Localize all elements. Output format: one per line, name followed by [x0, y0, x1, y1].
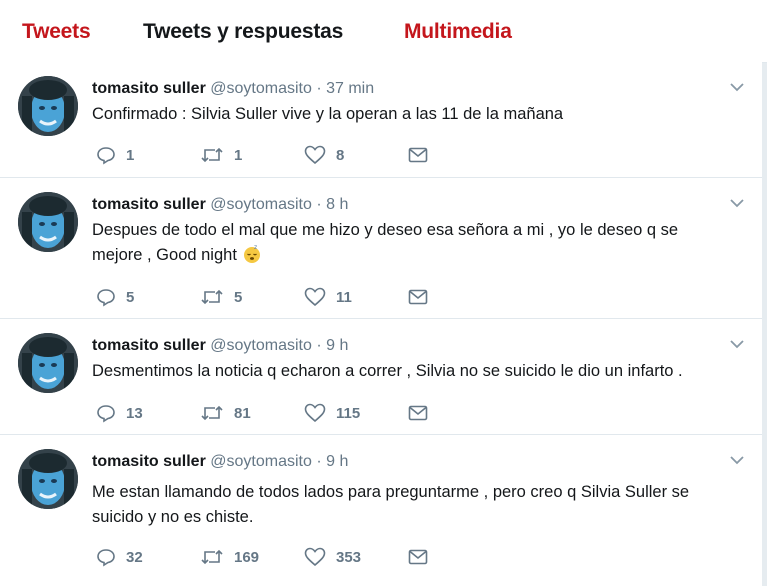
reply-count: 1	[126, 146, 135, 164]
tweet-header: tomasito suller @soytomasito · 9 h	[92, 337, 348, 355]
tweet-4[interactable]: tomasito suller @soytomasito · 9 h Me es…	[0, 435, 762, 586]
tweet-text: Me estan llamando de todos lados para pr…	[92, 480, 732, 530]
reply-count: 13	[126, 404, 143, 422]
retweet-button[interactable]: 81	[200, 402, 251, 424]
tweet-text-line-2: suicido y no es chiste.	[92, 508, 254, 526]
tweet-text: Confirmado : Silvia Suller vive y la ope…	[92, 105, 564, 123]
envelope-icon	[408, 289, 428, 305]
tweet-3[interactable]: tomasito suller @soytomasito · 9 h Desme…	[0, 319, 762, 435]
tweet-text: Despues de todo el mal que me hizo y des…	[92, 218, 732, 268]
like-count: 11	[336, 288, 352, 306]
tweet-2[interactable]: tomasito suller @soytomasito · 8 h Despu…	[0, 178, 762, 319]
reply-count: 5	[126, 288, 135, 306]
tab-multimedia[interactable]: Multimedia	[404, 20, 512, 44]
heart-icon	[304, 403, 326, 423]
heart-icon	[304, 145, 326, 165]
tweet-text-line-1: Me estan llamando de todos lados para pr…	[92, 483, 690, 501]
reply-icon	[97, 147, 115, 165]
retweet-icon	[201, 289, 223, 305]
message-button[interactable]	[408, 402, 428, 424]
envelope-icon	[408, 405, 428, 421]
user-handle[interactable]: @soytomasito	[210, 453, 312, 470]
retweet-icon	[201, 549, 223, 565]
tweet-header: tomasito suller @soytomasito · 8 h	[92, 196, 348, 214]
retweet-count: 81	[234, 404, 251, 422]
envelope-icon	[408, 549, 428, 565]
message-button[interactable]	[408, 546, 428, 568]
like-button[interactable]: 11	[304, 286, 352, 308]
separator-dot: ·	[316, 453, 322, 470]
envelope-icon	[408, 147, 428, 163]
retweet-button[interactable]: 1	[200, 144, 242, 166]
separator-dot: ·	[316, 80, 322, 97]
like-button[interactable]: 115	[304, 402, 360, 424]
retweet-count: 5	[234, 288, 243, 306]
avatar[interactable]	[18, 333, 78, 393]
user-handle[interactable]: @soytomasito	[210, 337, 312, 354]
tweet-text-line-2-text: mejore , Good night	[92, 246, 237, 264]
reply-button[interactable]: 13	[96, 402, 143, 424]
tweet-text-line-2: mejore , Good night z	[92, 243, 732, 268]
avatar[interactable]	[18, 192, 78, 252]
like-button[interactable]: 353	[304, 546, 361, 568]
heart-icon	[304, 287, 326, 307]
user-name[interactable]: tomasito suller	[92, 453, 206, 470]
retweet-button[interactable]: 5	[200, 286, 242, 308]
sleepy-face-icon: z	[243, 244, 260, 263]
chevron-down-icon[interactable]	[730, 455, 744, 465]
user-name[interactable]: tomasito suller	[92, 80, 206, 97]
user-name[interactable]: tomasito suller	[92, 196, 206, 213]
tweet-header: tomasito suller @soytomasito · 9 h	[92, 453, 348, 471]
reply-button[interactable]: 1	[96, 144, 134, 166]
tweet-1[interactable]: tomasito suller @soytomasito · 37 min Co…	[0, 62, 762, 178]
retweet-button[interactable]: 169	[200, 546, 259, 568]
avatar[interactable]	[18, 76, 78, 136]
tweet-header: tomasito suller @soytomasito · 37 min	[92, 80, 374, 98]
separator-dot: ·	[316, 337, 322, 354]
tweet-text-line-1: Despues de todo el mal que me hizo y des…	[92, 221, 679, 239]
tab-tweets-y-respuestas[interactable]: Tweets y respuestas	[143, 20, 343, 44]
user-handle[interactable]: @soytomasito	[210, 196, 312, 213]
like-button[interactable]: 8	[304, 144, 344, 166]
heart-icon	[304, 547, 326, 567]
tweet-time[interactable]: 37 min	[326, 80, 374, 97]
like-count: 8	[336, 146, 345, 164]
reply-button[interactable]: 32	[96, 546, 143, 568]
svg-text:z: z	[254, 244, 257, 251]
tweet-time[interactable]: 9 h	[326, 337, 348, 354]
chevron-down-icon[interactable]	[730, 198, 744, 208]
user-name[interactable]: tomasito suller	[92, 337, 206, 354]
reply-button[interactable]: 5	[96, 286, 134, 308]
retweet-icon	[201, 147, 223, 163]
reply-icon	[97, 405, 115, 423]
tweet-time[interactable]: 8 h	[326, 196, 348, 213]
tab-tweets[interactable]: Tweets	[22, 20, 91, 44]
tweet-text: Desmentimos la noticia q echaron a corre…	[92, 362, 683, 380]
avatar[interactable]	[18, 449, 78, 509]
retweet-count: 1	[234, 146, 243, 164]
reply-icon	[97, 289, 115, 307]
chevron-down-icon[interactable]	[730, 339, 744, 349]
reply-count: 32	[126, 548, 143, 566]
reply-icon	[97, 549, 115, 567]
like-count: 353	[336, 548, 362, 566]
retweet-count: 169	[234, 548, 260, 566]
message-button[interactable]	[408, 144, 428, 166]
separator-dot: ·	[316, 196, 322, 213]
retweet-icon	[201, 405, 223, 421]
profile-tabs: Tweets Tweets y respuestas Multimedia	[0, 0, 767, 63]
like-count: 115	[336, 404, 361, 422]
tweet-time[interactable]: 9 h	[326, 453, 348, 470]
message-button[interactable]	[408, 286, 428, 308]
chevron-down-icon[interactable]	[730, 82, 744, 92]
user-handle[interactable]: @soytomasito	[210, 80, 312, 97]
